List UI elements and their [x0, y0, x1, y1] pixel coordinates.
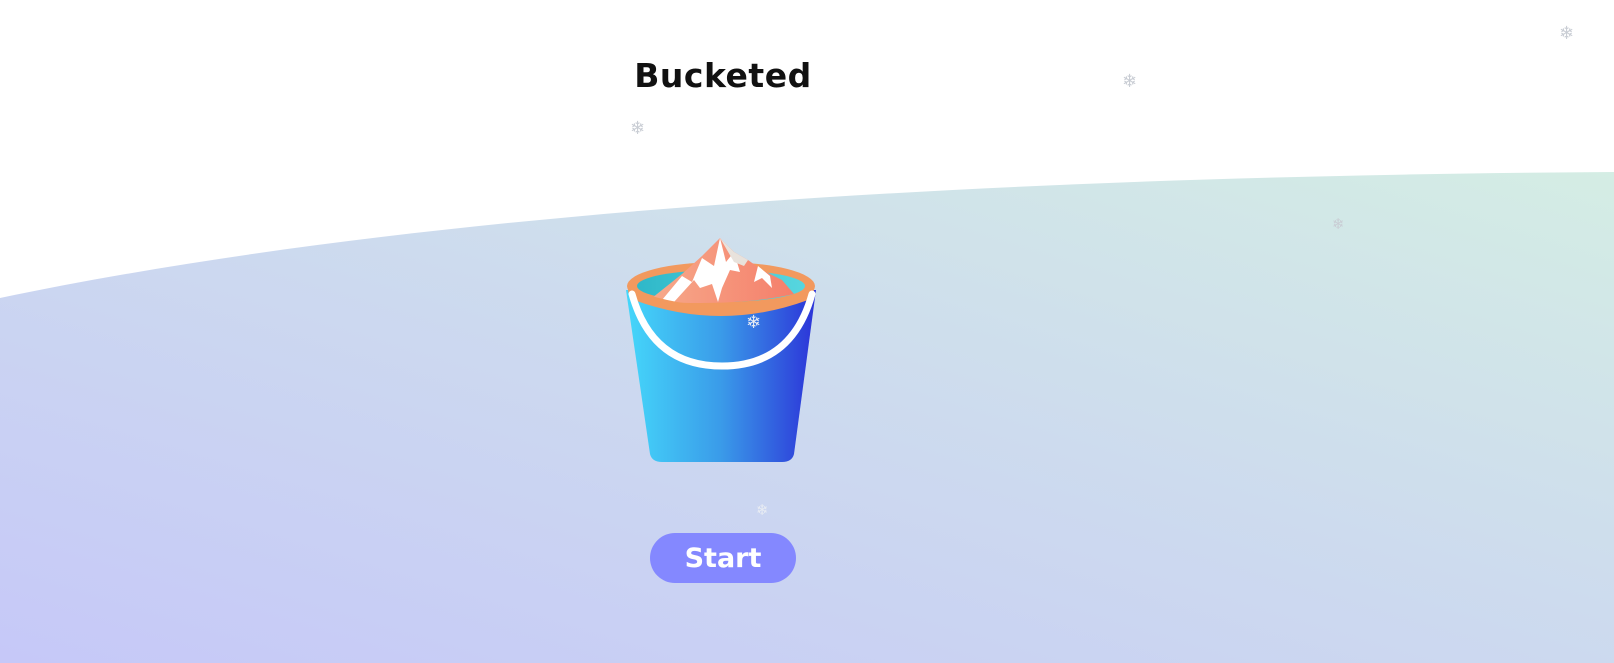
snowflake-icon: ❄ — [1122, 71, 1138, 92]
page-title: Bucketed — [634, 56, 812, 95]
snowflake-icon: ❄ — [756, 501, 769, 519]
start-button[interactable]: Start — [650, 533, 796, 583]
bucket-icon — [626, 238, 816, 462]
snowflake-icon: ❄ — [746, 312, 762, 333]
snowflake-icon: ❄ — [630, 118, 646, 139]
snowflake-icon: ❄ — [1559, 23, 1575, 44]
app-screen: Bucketed Start ❄ ❄ ❄ ❄ ❄ ❄ — [0, 0, 1614, 663]
snowflake-icon: ❄ — [1332, 215, 1345, 233]
